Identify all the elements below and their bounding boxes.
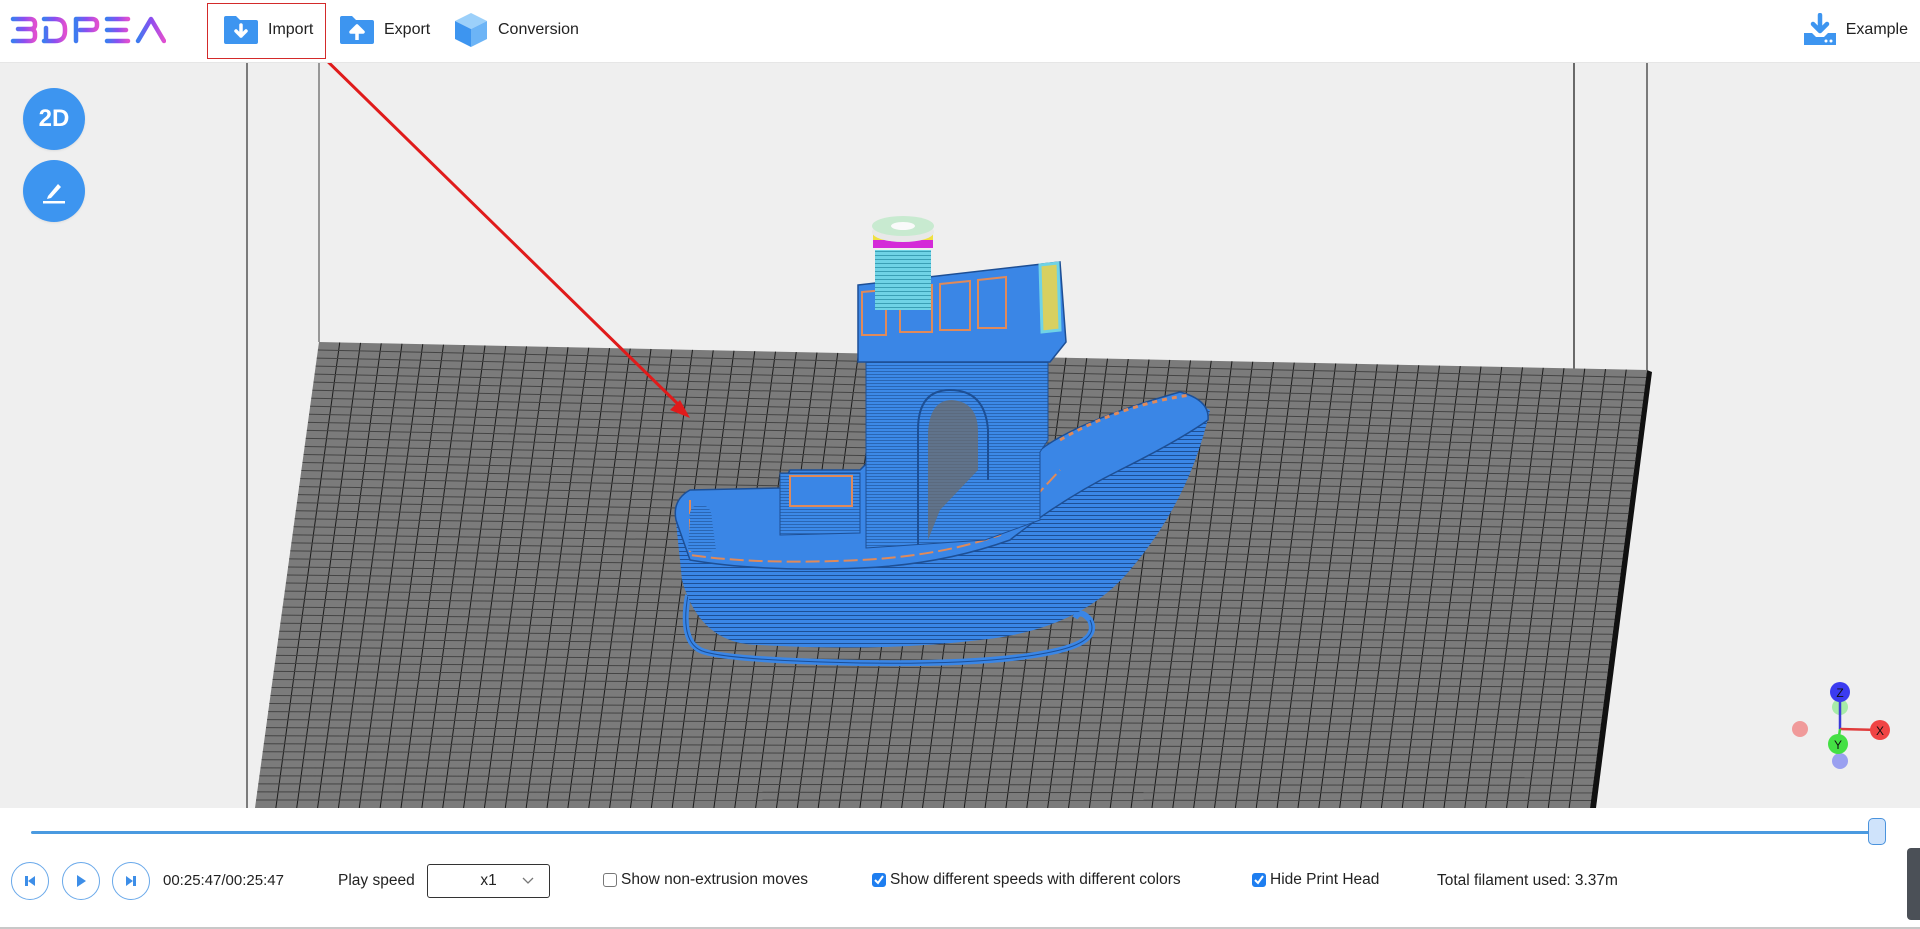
example-label: Example	[1845, 21, 1908, 38]
checkmark-icon	[1254, 875, 1264, 885]
logo	[10, 16, 166, 44]
hide-print-head-checkbox[interactable]: Hide Print Head	[1252, 871, 1379, 889]
playback-time: 00:25:47/00:25:47	[163, 872, 284, 889]
top-toolbar: Import Export Conversion Example	[0, 0, 1920, 63]
z-axis-label: Z	[1836, 686, 1843, 700]
folder-upload-icon	[340, 16, 374, 44]
filament-value: 3.37m	[1574, 872, 1618, 889]
x-axis-label: X	[1876, 724, 1884, 738]
export-button[interactable]: Export	[338, 12, 430, 48]
skip-end-button[interactable]	[112, 862, 150, 900]
skip-start-button[interactable]	[11, 862, 49, 900]
checkbox-unchecked[interactable]	[603, 873, 617, 887]
play-speed-select[interactable]: x1	[427, 864, 550, 898]
play-speed-value: x1	[480, 872, 497, 889]
play-icon	[77, 875, 86, 887]
funnel	[875, 250, 931, 310]
skip-forward-icon	[126, 876, 136, 886]
chevron-down-icon	[522, 877, 534, 884]
show-non-extrusion-checkbox[interactable]: Show non-extrusion moves	[603, 871, 808, 889]
3d-viewport[interactable]: 2D Z X Y	[0, 63, 1920, 808]
cube-icon	[455, 13, 487, 47]
checkbox-checked[interactable]	[1252, 873, 1266, 887]
filament-label: Total filament used:	[1437, 872, 1571, 889]
import-label: Import	[268, 21, 314, 38]
play-speed-label: Play speed	[338, 872, 415, 889]
folder-download-icon	[224, 16, 258, 44]
print-scene[interactable]	[0, 63, 1920, 808]
skip-back-icon	[25, 876, 35, 886]
show-speed-colors-checkbox[interactable]: Show different speeds with different col…	[872, 871, 1181, 889]
checkmark-icon	[874, 875, 884, 885]
download-tray-icon	[1803, 13, 1836, 45]
conversion-button[interactable]: Conversion	[452, 12, 579, 48]
timeline-thumb[interactable]	[1868, 818, 1886, 845]
pencil-icon	[43, 184, 65, 204]
checkbox-checked[interactable]	[872, 873, 886, 887]
filament-used: Total filament used: 3.37m	[1437, 872, 1618, 890]
show-speed-colors-label: Show different speeds with different col…	[890, 871, 1181, 888]
playback-panel: 00:25:47/00:25:47 Play speed x1 Show non…	[0, 808, 1920, 929]
side-widget[interactable]	[1907, 848, 1920, 920]
conversion-label: Conversion	[498, 21, 579, 38]
edit-button[interactable]	[23, 160, 85, 222]
hide-print-head-label: Hide Print Head	[1270, 871, 1380, 888]
show-non-extrusion-label: Show non-extrusion moves	[621, 871, 808, 888]
export-label: Export	[384, 21, 431, 38]
y-axis-label: Y	[1834, 738, 1842, 752]
axis-gizmo[interactable]: Z X Y	[1780, 663, 1900, 773]
example-button[interactable]: Example	[1802, 12, 1908, 48]
import-button[interactable]: Import	[222, 12, 313, 48]
view-2d-button[interactable]: 2D	[23, 88, 85, 150]
play-button[interactable]	[62, 862, 100, 900]
timeline-track[interactable]	[31, 831, 1877, 834]
